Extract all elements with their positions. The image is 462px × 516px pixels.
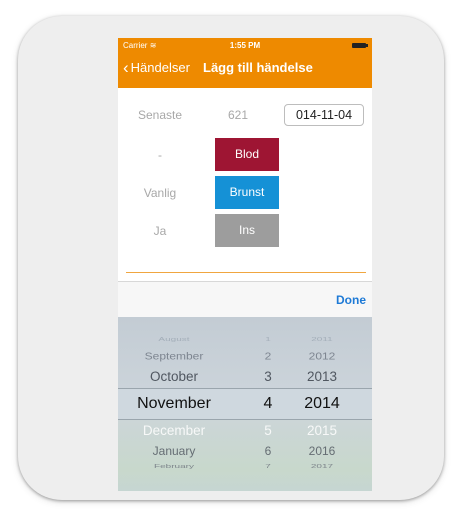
latest-value: 621 [228, 108, 249, 122]
ins-label: Ja [153, 224, 167, 238]
back-label: Händelser [130, 60, 190, 75]
picker-month: August [158, 336, 190, 343]
brunst-button[interactable]: Brunst [215, 176, 279, 209]
picker-toolbar: Done [118, 281, 372, 317]
picker-day: 3 [264, 369, 272, 384]
picker-row[interactable]: February 7 2017 [118, 462, 372, 473]
picker-day: 5 [264, 423, 272, 438]
picker-month: December [142, 423, 206, 438]
picker-row-selected[interactable]: November 4 2014 [118, 394, 372, 414]
picker-row[interactable]: October 3 2013 [118, 367, 372, 387]
picker-year: 2014 [304, 395, 340, 412]
blood-label: - [158, 148, 162, 162]
picker-day: 7 [265, 463, 271, 470]
done-button[interactable]: Done [336, 293, 366, 307]
picker-year: 2012 [308, 350, 336, 362]
picker-day: 2 [264, 350, 272, 362]
picker-month: October [149, 369, 199, 384]
picker-year: 2011 [311, 336, 333, 343]
back-button[interactable]: ‹ Händelser [123, 58, 190, 77]
heat-label: Vanlig [143, 186, 177, 200]
battery-icon [352, 43, 368, 48]
picker-day: 4 [263, 395, 273, 412]
navigation-bar: Carrier ≋ 1:55 PM ‹ Händelser Lägg till … [118, 38, 372, 88]
picker-year: 2013 [306, 369, 338, 384]
picker-month: November [137, 395, 211, 412]
picker-year: 2017 [310, 463, 334, 470]
picker-row[interactable]: August 1 2011 [118, 335, 372, 346]
picker-day: 1 [265, 336, 271, 343]
picker-month: January [152, 444, 196, 458]
phone-screen: Carrier ≋ 1:55 PM ‹ Händelser Lägg till … [118, 38, 372, 491]
picker-year: 2015 [306, 423, 338, 438]
form-divider [126, 272, 366, 273]
picker-row[interactable]: December 5 2015 [118, 421, 372, 441]
picker-year: 2016 [308, 444, 336, 458]
date-picker[interactable]: August 1 2011 September 2 2012 October 3… [118, 317, 372, 491]
date-field[interactable]: 014-11-04 [284, 104, 364, 126]
ins-button[interactable]: Ins [215, 214, 279, 247]
picker-row[interactable]: January 6 2016 [118, 441, 372, 461]
status-time: 1:55 PM [229, 41, 261, 50]
picker-row[interactable]: September 2 2012 [118, 348, 372, 365]
picker-day: 6 [264, 444, 272, 458]
picker-month: February [153, 463, 194, 470]
latest-label: Senaste [137, 108, 183, 122]
status-bar: Carrier ≋ 1:55 PM [118, 38, 372, 54]
chevron-left-icon: ‹ [123, 58, 129, 77]
picker-month: September [144, 350, 204, 362]
page-title: Lägg till händelse [203, 60, 313, 75]
blod-button[interactable]: Blod [215, 138, 279, 171]
